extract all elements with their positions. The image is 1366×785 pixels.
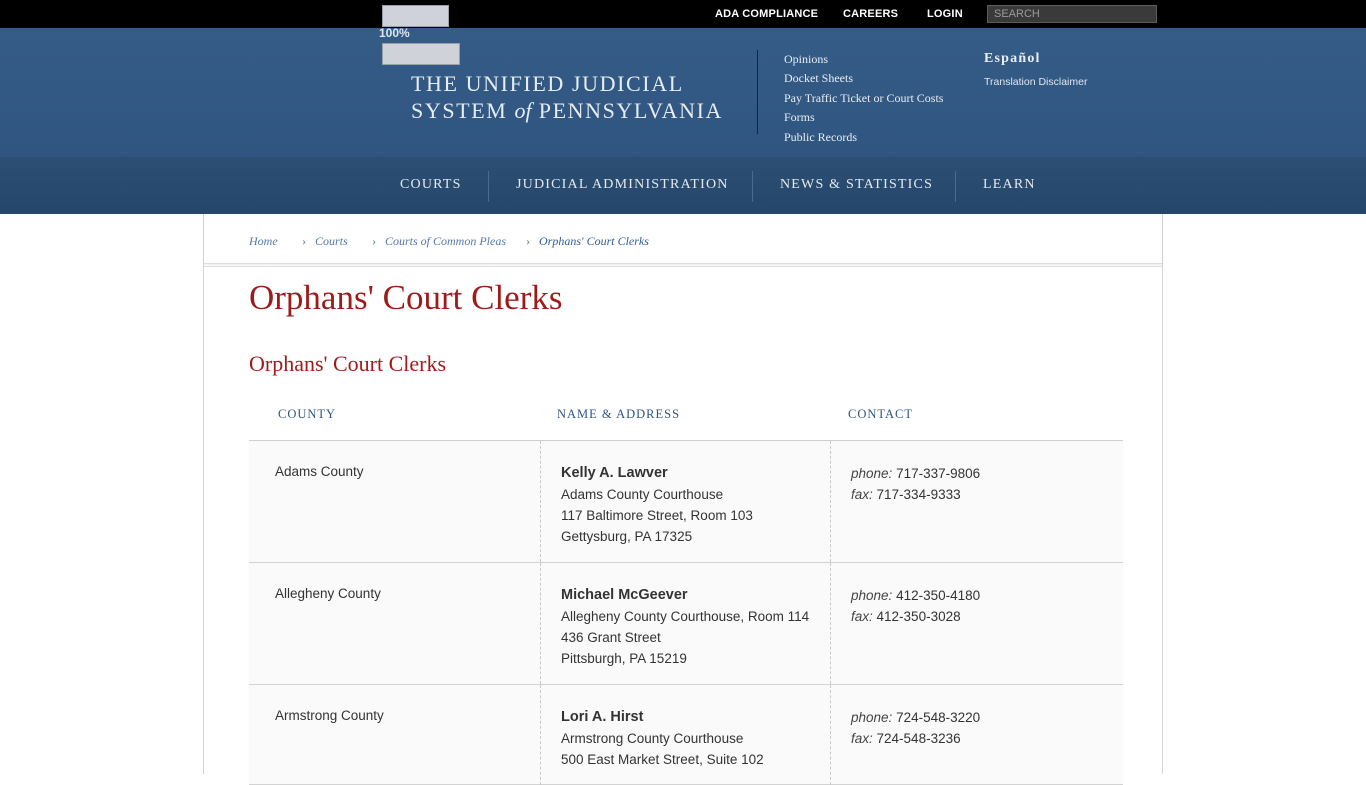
- logo-pennsylvania: PENNSYLVANIA: [538, 98, 723, 123]
- logo-system: SYSTEM: [411, 98, 508, 123]
- section-title: Orphans' Court Clerks: [249, 351, 447, 376]
- county-cell: Adams County: [275, 464, 364, 479]
- breadcrumb: Home › Courts › Courts of Common Pleas ›…: [204, 214, 1162, 264]
- translation-disclaimer-link[interactable]: Translation Disclaimer: [984, 76, 1087, 88]
- address-line: Allegheny County Courthouse, Room 114: [561, 609, 810, 624]
- search-input[interactable]: [987, 5, 1157, 23]
- phone-number[interactable]: 412-350-4180: [896, 588, 980, 603]
- nav-separator: [752, 171, 753, 202]
- breadcrumb-courts-of-common-pleas[interactable]: Courts of Common Pleas: [385, 234, 506, 249]
- broken-image-icon: [382, 5, 449, 27]
- quick-link-pay-traffic-ticket[interactable]: Pay Traffic Ticket or Court Costs: [784, 89, 943, 108]
- broken-image-icon: [382, 43, 460, 65]
- site-header: THE UNIFIED JUDICIAL SYSTEM of PENNSYLVA…: [0, 28, 1366, 157]
- divider: [204, 266, 1162, 267]
- login-link[interactable]: LOGIN: [927, 8, 963, 20]
- page-title: Orphans' Court Clerks: [249, 278, 563, 317]
- fax-label: fax:: [851, 487, 873, 502]
- espanol-link[interactable]: Español: [984, 51, 1041, 67]
- nav-learn[interactable]: LEARN: [983, 177, 1036, 193]
- phone-label: phone:: [851, 466, 893, 481]
- ada-compliance-link[interactable]: ADA COMPLIANCE: [715, 8, 818, 20]
- quick-link-forms[interactable]: Forms: [784, 108, 943, 127]
- contact-cell: phone: 412-350-4180 fax: 412-350-3028: [851, 585, 980, 627]
- careers-link[interactable]: CAREERS: [843, 8, 898, 20]
- phone-label: phone:: [851, 710, 893, 725]
- breadcrumb-courts[interactable]: Courts: [315, 234, 348, 249]
- breadcrumb-home[interactable]: Home: [249, 234, 278, 249]
- clerk-name: Michael McGeever: [561, 587, 688, 603]
- breadcrumb-current[interactable]: Orphans' Court Clerks: [539, 234, 649, 249]
- fax-label: fax:: [851, 731, 873, 746]
- column-header-county: COUNTY: [278, 407, 337, 421]
- fax-number: 717-334-9333: [876, 487, 961, 502]
- quick-link-docket-sheets[interactable]: Docket Sheets: [784, 69, 943, 88]
- phone-number[interactable]: 717-337-9806: [896, 466, 980, 481]
- chevron-right-icon: ›: [526, 234, 530, 248]
- column-header-name-address: NAME & ADDRESS: [557, 407, 681, 421]
- top-utility-bar: 100% ADA COMPLIANCE CAREERS LOGIN: [0, 0, 1366, 40]
- quick-link-opinions[interactable]: Opinions: [784, 50, 943, 69]
- address-line: Armstrong County Courthouse: [561, 731, 744, 746]
- fax-label: fax:: [851, 609, 873, 624]
- address-line: Adams County Courthouse: [561, 487, 724, 502]
- phone-number[interactable]: 724-548-3220: [896, 710, 980, 725]
- contact-cell: phone: 717-337-9806 fax: 717-334-9333: [851, 463, 980, 505]
- zoom-level: 100%: [379, 26, 410, 40]
- address-line: Gettysburg, PA 17325: [561, 529, 693, 544]
- name-address-cell: Michael McGeever Allegheny County Courth…: [540, 563, 831, 684]
- logo-line-1: THE UNIFIED JUDICIAL: [411, 71, 684, 96]
- header-divider: [757, 50, 758, 134]
- column-header-contact: CONTACT: [848, 407, 914, 421]
- logo-line-2: SYSTEM of PENNSYLVANIA: [411, 97, 723, 124]
- clerk-name: Lori A. Hirst: [561, 709, 644, 725]
- nav-courts[interactable]: COURTS: [400, 177, 462, 193]
- fax-number: 412-350-3028: [876, 609, 961, 624]
- name-address-cell: Lori A. Hirst Armstrong County Courthous…: [540, 685, 831, 785]
- county-cell: Armstrong County: [275, 708, 384, 723]
- clerk-name: Kelly A. Lawver: [561, 465, 668, 481]
- nav-news-statistics[interactable]: NEWS & STATISTICS: [780, 177, 933, 193]
- address-line: 117 Baltimore Street, Room 103: [561, 508, 753, 523]
- table-row: Armstrong County Lori A. Hirst Armstrong…: [249, 685, 1123, 785]
- fax-number: 724-548-3236: [876, 731, 961, 746]
- logo-of: of: [514, 98, 532, 123]
- table-row: Allegheny County Michael McGeever Allegh…: [249, 563, 1123, 685]
- contact-cell: phone: 724-548-3220 fax: 724-548-3236: [851, 707, 980, 749]
- main-content: Home › Courts › Courts of Common Pleas ›…: [203, 214, 1163, 785]
- site-logo[interactable]: THE UNIFIED JUDICIAL SYSTEM of PENNSYLVA…: [411, 70, 723, 124]
- nav-separator: [955, 171, 956, 202]
- address-line: 436 Grant Street: [561, 630, 661, 645]
- name-address-cell: Kelly A. Lawver Adams County Courthouse …: [540, 441, 831, 562]
- nav-judicial-administration[interactable]: JUDICIAL ADMINISTRATION: [516, 177, 729, 193]
- chevron-right-icon: ›: [372, 234, 376, 248]
- table-row: Adams County Kelly A. Lawver Adams Count…: [249, 441, 1123, 563]
- address-line: Pittsburgh, PA 15219: [561, 651, 687, 666]
- chevron-right-icon: ›: [302, 234, 306, 248]
- main-nav: COURTS JUDICIAL ADMINISTRATION NEWS & ST…: [0, 157, 1366, 214]
- quick-links: Opinions Docket Sheets Pay Traffic Ticke…: [784, 50, 943, 147]
- county-cell: Allegheny County: [275, 586, 381, 601]
- nav-separator: [488, 171, 489, 202]
- phone-label: phone:: [851, 588, 893, 603]
- quick-link-public-records[interactable]: Public Records: [784, 128, 943, 147]
- address-line: 500 East Market Street, Suite 102: [561, 752, 764, 767]
